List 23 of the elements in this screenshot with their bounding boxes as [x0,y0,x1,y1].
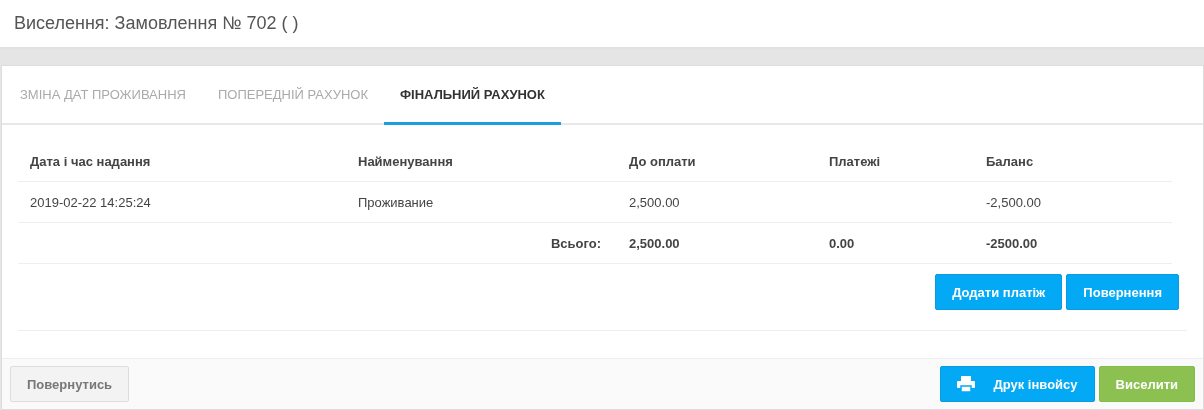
table-cell: 2,500.00 [617,182,817,223]
column-header: До оплати [617,141,817,182]
column-header: Найменування [346,141,617,182]
action-button[interactable]: Повернення [1066,274,1179,310]
printer-icon [957,376,976,392]
back-button[interactable]: Повернутись [10,366,130,402]
tab[interactable]: ЗМІНА ДАТ ПРОЖИВАННЯ [4,66,202,125]
tab[interactable]: ФІНАЛЬНИЙ РАХУНОК [384,66,561,125]
page-title: Виселення: Замовлення № 702 ( ) [14,13,299,34]
total-value: -2500.00 [974,223,1172,264]
column-header: Платежі [817,141,974,182]
print-button[interactable]: Друк інвойсу [940,366,1095,402]
tab[interactable]: ПОПЕРЕДНІЙ РАХУНОК [201,66,384,125]
total-value: 2,500.00 [617,223,817,264]
table-cell: Проживание [346,182,617,223]
total-label: Всього: [346,223,617,264]
column-header: Баланс [974,141,1172,182]
table-cell: 2019-02-22 14:25:24 [18,182,346,223]
table-cell: -2,500.00 [974,182,1172,223]
action-button[interactable]: Додати платіж [935,274,1063,310]
total-value: 0.00 [817,223,974,264]
checkout-button[interactable]: Виселити [1098,366,1195,402]
column-header: Дата і час надання [18,141,346,182]
